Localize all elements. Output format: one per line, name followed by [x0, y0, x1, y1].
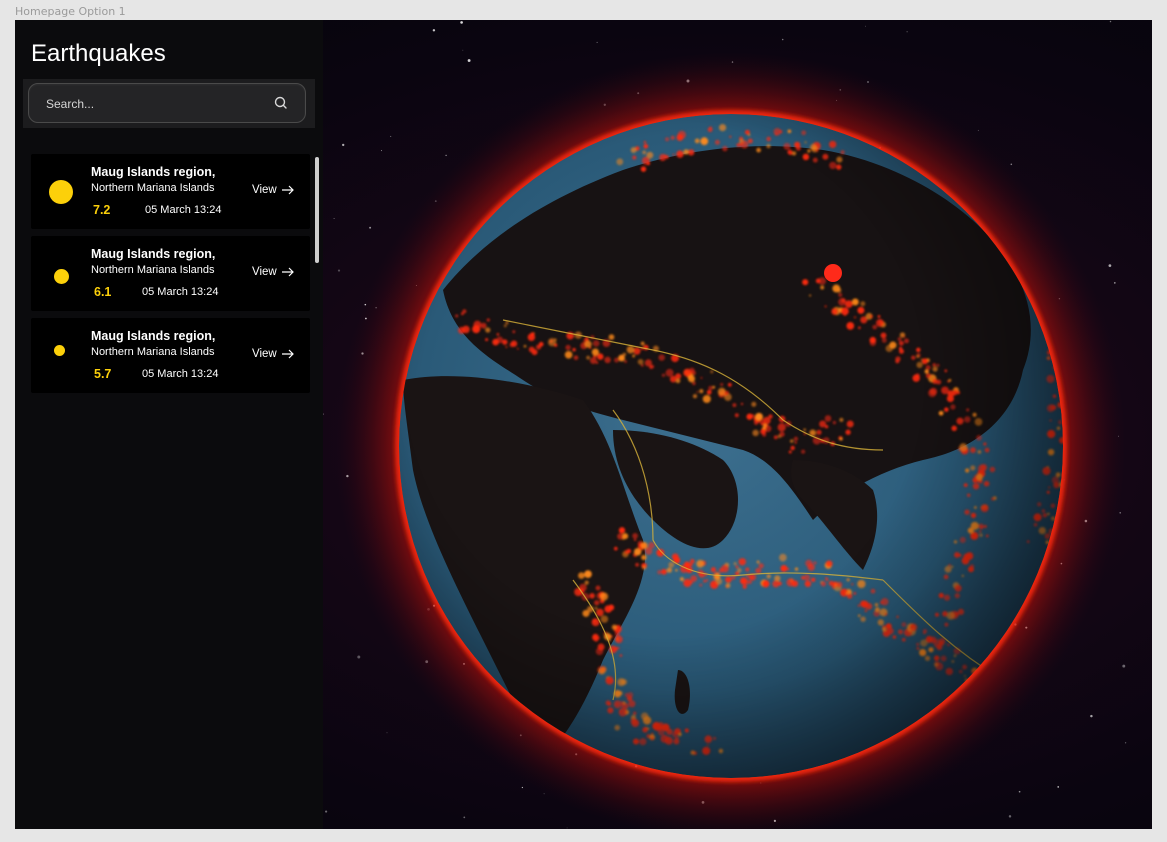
magnitude-dot-icon [49, 180, 73, 204]
quake-country: Northern Mariana Islands [91, 182, 215, 194]
star [906, 31, 908, 33]
frame-label: Homepage Option 1 [15, 5, 126, 18]
star [1008, 815, 1012, 818]
star [390, 135, 392, 137]
star [865, 25, 866, 27]
quake-country: Northern Mariana Islands [91, 264, 215, 276]
star [781, 38, 784, 41]
search-icon[interactable] [273, 95, 289, 111]
star [596, 41, 598, 43]
quake-region: Maug Islands region, [91, 247, 216, 261]
star [1122, 664, 1126, 668]
earthquake-card[interactable]: Maug Islands region, Northern Mariana Is… [31, 318, 310, 393]
star [369, 226, 372, 229]
arrow-right-icon [281, 185, 294, 195]
star [1010, 163, 1013, 166]
app-canvas: Earthquakes Maug Islands region, Norther… [15, 20, 1152, 829]
quake-magnitude: 6.1 [94, 285, 112, 299]
search-container [23, 79, 315, 128]
star [462, 49, 464, 51]
star [381, 150, 382, 152]
star [357, 655, 361, 659]
quake-region: Maug Islands region, [91, 329, 216, 343]
quake-datetime: 05 March 13:24 [142, 368, 219, 380]
quake-country: Northern Mariana Islands [91, 346, 215, 358]
view-label: View [252, 348, 277, 360]
star [460, 21, 463, 24]
major-quake-marker[interactable] [824, 264, 842, 282]
star [337, 269, 341, 272]
star [1124, 742, 1127, 744]
arrow-right-icon [281, 349, 294, 359]
star [463, 816, 466, 819]
quake-point [1028, 182, 1035, 188]
star [1113, 282, 1116, 284]
star [1057, 786, 1060, 788]
quake-point [1016, 166, 1025, 174]
star [1018, 790, 1021, 793]
earthquake-card[interactable]: Maug Islands region, Northern Mariana Is… [31, 236, 310, 311]
list-scrollbar[interactable] [315, 157, 319, 263]
star [386, 732, 388, 734]
star [467, 59, 471, 62]
view-label: View [252, 184, 277, 196]
star [323, 413, 324, 415]
quake-region: Maug Islands region, [91, 165, 216, 179]
earthquake-card[interactable]: Maug Islands region, Northern Mariana Is… [31, 154, 310, 229]
view-label: View [252, 266, 277, 278]
star [1108, 264, 1112, 267]
view-button[interactable]: View [252, 266, 295, 278]
quake-magnitude: 7.2 [93, 203, 111, 217]
star [445, 154, 447, 157]
star [342, 143, 345, 147]
search-box[interactable] [28, 83, 306, 124]
star [432, 29, 436, 32]
view-button[interactable]: View [252, 184, 295, 196]
quake-datetime: 05 March 13:24 [145, 204, 222, 216]
star [977, 129, 979, 132]
quake-datetime: 05 March 13:24 [142, 286, 219, 298]
star [566, 827, 568, 829]
star [1109, 20, 1112, 23]
star [521, 786, 524, 789]
earthquake-list: Maug Islands region, Northern Mariana Is… [31, 154, 311, 400]
arrow-right-icon [281, 267, 294, 277]
search-input[interactable] [44, 84, 268, 124]
quake-magnitude: 5.7 [94, 367, 112, 381]
star [1090, 714, 1093, 718]
magnitude-dot-icon [54, 345, 65, 356]
magnitude-dot-icon [54, 269, 69, 284]
star [325, 810, 328, 813]
globe-view[interactable] [323, 20, 1152, 829]
view-button[interactable]: View [252, 348, 295, 360]
earthquake-globe[interactable] [323, 20, 1152, 829]
star [333, 217, 335, 220]
page-title: Earthquakes [31, 40, 166, 67]
sidebar: Earthquakes Maug Islands region, Norther… [15, 20, 323, 829]
